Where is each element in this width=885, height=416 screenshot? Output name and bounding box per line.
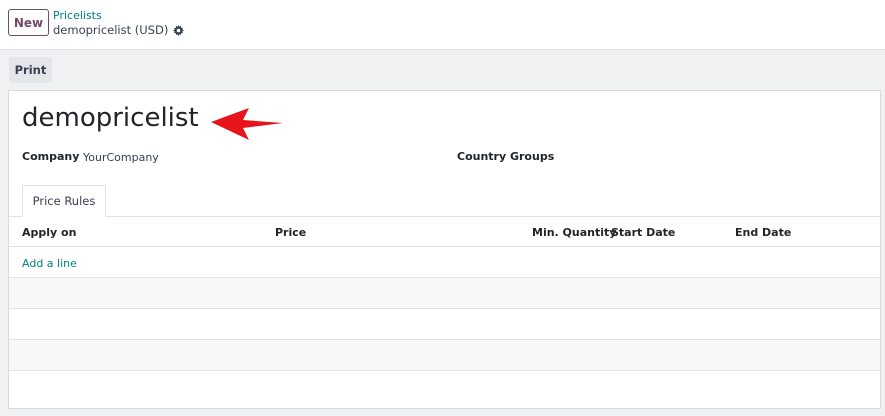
control-panel: New Pricelists demopricelist (USD): [0, 0, 885, 50]
table-row: [9, 340, 880, 371]
column-start-date[interactable]: Start Date: [611, 226, 675, 239]
tab-price-rules[interactable]: Price Rules: [22, 185, 106, 217]
pricelist-name[interactable]: demopricelist: [22, 103, 199, 133]
new-button[interactable]: New: [8, 9, 49, 36]
breadcrumb-current: demopricelist (USD): [53, 23, 185, 37]
gear-icon[interactable]: [173, 24, 185, 36]
add-line-link[interactable]: Add a line: [22, 257, 77, 270]
table-row: [9, 371, 880, 402]
print-button[interactable]: Print: [9, 57, 52, 83]
table-row: [9, 278, 880, 309]
company-field[interactable]: YourCompany: [83, 151, 159, 164]
column-min-quantity[interactable]: Min. Quantity: [532, 226, 616, 239]
column-price[interactable]: Price: [275, 226, 306, 239]
table-header: Apply on Price Min. Quantity Start Date …: [9, 217, 880, 247]
column-end-date[interactable]: End Date: [735, 226, 791, 239]
company-label: Company: [22, 150, 80, 163]
red-arrow-icon: [211, 108, 283, 140]
record-name-label: demopricelist (USD): [53, 23, 169, 37]
country-groups-label: Country Groups: [457, 150, 555, 163]
add-line-row: Add a line: [9, 247, 880, 278]
column-apply-on[interactable]: Apply on: [22, 226, 76, 239]
form-sheet: demopricelist Company YourCompany Countr…: [8, 90, 881, 409]
breadcrumb-pricelists[interactable]: Pricelists: [53, 9, 102, 22]
table-row: [9, 309, 880, 340]
